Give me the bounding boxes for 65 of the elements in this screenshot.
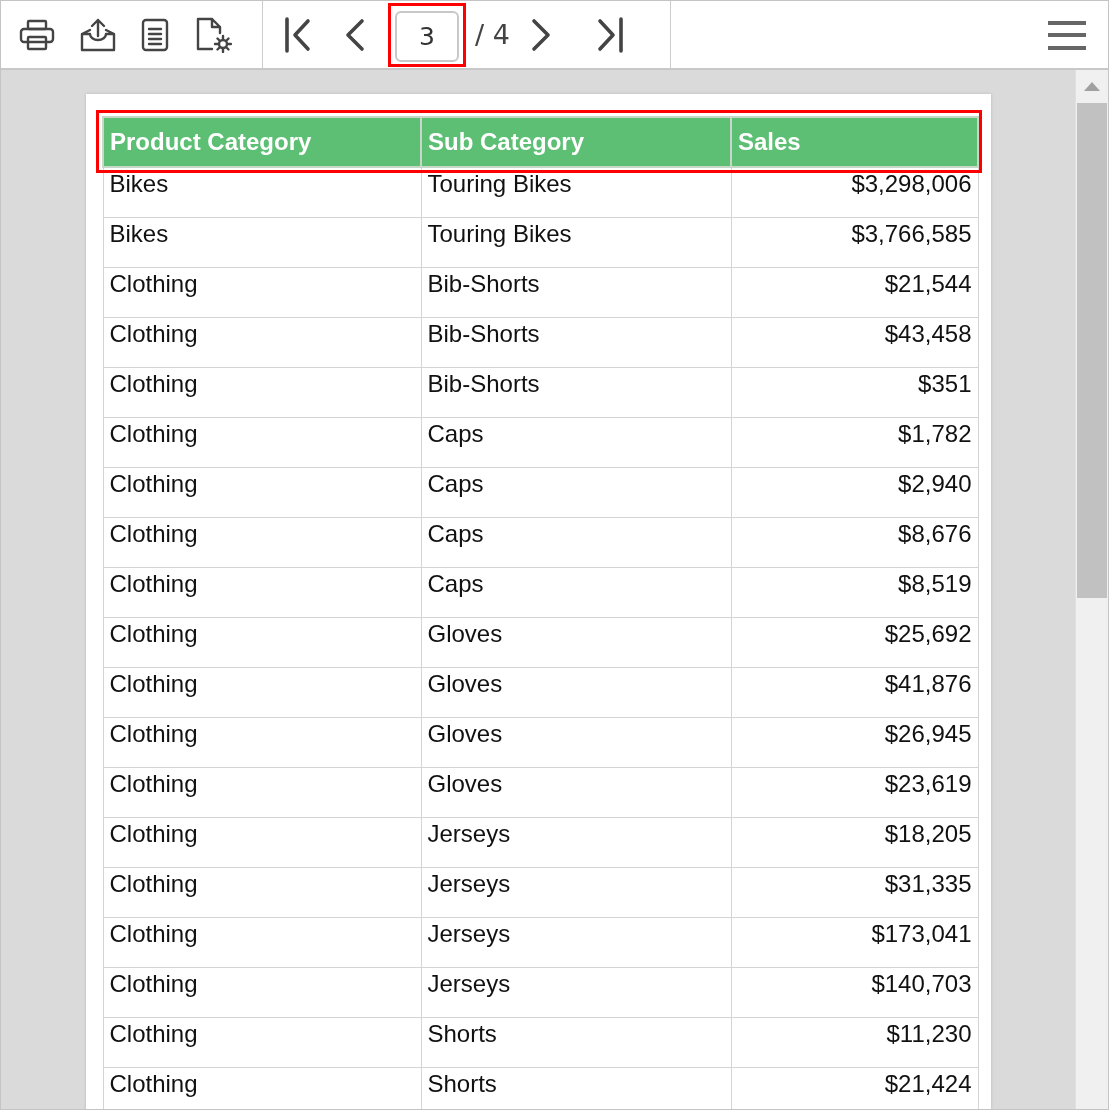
table-cell: Clothing [103,867,421,917]
table-cell: Clothing [103,717,421,767]
table-cell: Clothing [103,817,421,867]
table-cell: Clothing [103,367,421,417]
next-page-icon[interactable] [529,17,552,52]
table-cell: $8,519 [731,567,978,617]
table-cell: $41,876 [731,667,978,717]
column-header: Sub Category [421,117,731,167]
column-header: Sales [731,117,978,167]
table-cell: $140,703 [731,967,978,1017]
table-cell: $3,766,585 [731,217,978,267]
table-cell: $23,619 [731,767,978,817]
table-cell: Clothing [103,617,421,667]
table-cell: Clothing [103,917,421,967]
page-count: / 4 [475,19,510,50]
page-number-field[interactable]: 3 [395,10,459,62]
table-cell: Jerseys [421,917,731,967]
table-cell: $31,335 [731,867,978,917]
table-cell: Caps [421,567,731,617]
table-cell: Jerseys [421,817,731,867]
table-cell: $25,692 [731,617,978,667]
table-cell: $351 [731,367,978,417]
table-cell: Clothing [103,667,421,717]
table-cell: Bib-Shorts [421,367,731,417]
table-cell: $18,205 [731,817,978,867]
previous-page-icon[interactable] [344,17,366,52]
table-cell: $21,544 [731,267,978,317]
table-cell: Shorts [421,1017,731,1067]
table-cell: Clothing [103,317,421,367]
table-cell: Bikes [103,217,421,267]
table-cell: $8,676 [731,517,978,567]
table-cell: Bib-Shorts [421,267,731,317]
document-icon[interactable] [141,17,169,52]
table-cell: Clothing [103,1067,421,1109]
export-icon[interactable] [80,17,116,52]
table-cell: Gloves [421,717,731,767]
page-setup-icon[interactable] [194,16,232,53]
table-cell: Bib-Shorts [421,317,731,367]
table-cell: Caps [421,517,731,567]
table-cell: Jerseys [421,867,731,917]
table-cell: $11,230 [731,1017,978,1067]
table-cell: Gloves [421,617,731,667]
table-cell: $1,782 [731,417,978,467]
table-cell: Caps [421,417,731,467]
table-cell: $43,458 [731,317,978,367]
table-cell: $26,945 [731,717,978,767]
table-cell: Gloves [421,767,731,817]
table-cell: Clothing [103,517,421,567]
table-cell: $173,041 [731,917,978,967]
scrollbar[interactable] [1075,70,1108,1109]
column-header: Product Category [103,117,421,167]
table-cell: Gloves [421,667,731,717]
table-cell: Clothing [103,267,421,317]
table-cell: Clothing [103,567,421,617]
table-cell: $2,940 [731,467,978,517]
table-cell: Clothing [103,467,421,517]
table-cell: Clothing [103,417,421,467]
table-cell: Jerseys [421,967,731,1017]
print-icon[interactable] [19,18,55,51]
table-cell: Touring Bikes [421,217,731,267]
scroll-thumb[interactable] [1077,103,1107,598]
table-cell: Clothing [103,967,421,1017]
table-cell: Clothing [103,1017,421,1067]
table-cell: Caps [421,467,731,517]
table-cell: Clothing [103,767,421,817]
